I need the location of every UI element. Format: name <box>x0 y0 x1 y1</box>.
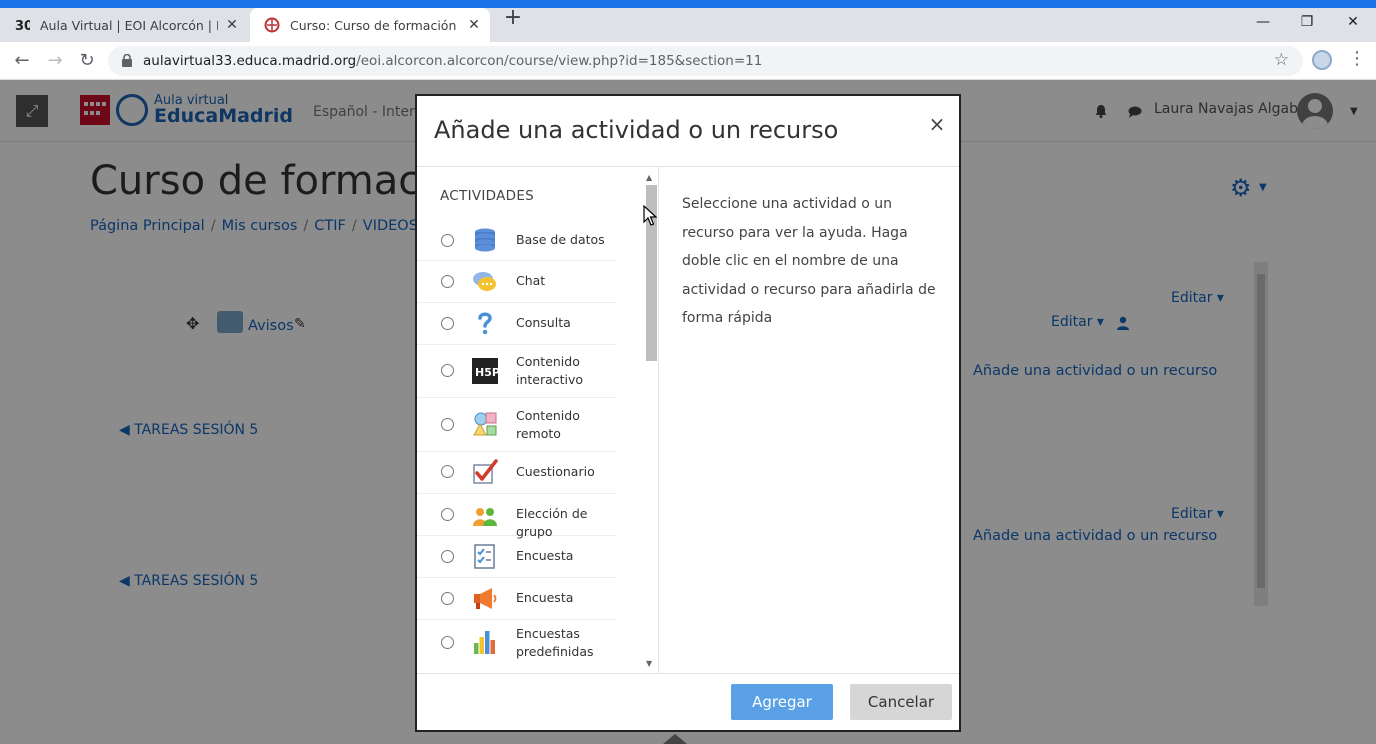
extension-icon[interactable] <box>1312 50 1332 70</box>
item-label: Contenido interactivo <box>516 354 584 387</box>
url-path: /eoi.alcorcon.alcorcon/course/view.php?i… <box>356 53 763 69</box>
radio-button[interactable] <box>441 234 454 247</box>
list-item[interactable]: Consulta <box>417 303 617 345</box>
activity-chooser-dialog: Añade una actividad o un recurso × ACTIV… <box>415 94 961 732</box>
minimize-button[interactable]: — <box>1240 8 1286 36</box>
question-icon <box>478 312 492 335</box>
item-label: Cuestionario <box>516 464 595 479</box>
tab-bar: 30 Aula Virtual | EOI Alcorcón | Escu ✕ … <box>0 8 1376 42</box>
reload-button[interactable]: ↻ <box>77 51 97 71</box>
radio-button[interactable] <box>441 317 454 330</box>
list-item[interactable]: Elección de grupo <box>417 494 617 539</box>
item-label: Encuestas predefinidas <box>516 626 594 659</box>
item-label: Chat <box>516 273 546 288</box>
list-item[interactable]: Contenido remoto <box>417 398 617 452</box>
radio-button[interactable] <box>441 550 454 563</box>
list-item[interactable]: Encuesta <box>417 536 617 578</box>
tab-close-icon[interactable]: ✕ <box>222 17 242 33</box>
radio-button[interactable] <box>441 636 454 649</box>
list-item[interactable]: Cuestionario <box>417 452 617 494</box>
item-label: Encuesta <box>516 590 574 605</box>
tab-course[interactable]: Curso: Curso de formación CTIF, ✕ <box>250 8 490 42</box>
cancel-button[interactable]: Cancelar <box>850 684 952 720</box>
activity-list: ACTIVIDADES Base de datos Chat Consulta … <box>417 167 659 673</box>
radio-button[interactable] <box>441 592 454 605</box>
megaphone-icon <box>474 588 497 609</box>
tab-title: Curso: Curso de formación CTIF, <box>290 17 460 33</box>
radio-button[interactable] <box>441 275 454 288</box>
mouse-cursor-icon <box>643 205 657 226</box>
group-choice-icon <box>473 508 497 526</box>
item-label: Base de datos <box>516 232 605 247</box>
item-label: Contenido remoto <box>516 408 580 441</box>
tab-eoi[interactable]: 30 Aula Virtual | EOI Alcorcón | Escu ✕ <box>0 8 248 42</box>
dialog-footer: Agregar Cancelar <box>417 673 959 730</box>
list-item[interactable]: Encuestas predefinidas <box>417 620 617 673</box>
h5p-icon: H5P <box>472 358 498 384</box>
scroll-indicator-icon <box>663 734 687 744</box>
dialog-title: Añade una actividad o un recurso <box>434 116 839 144</box>
url-host: aulavirtual33.educa.madrid.org <box>143 53 357 69</box>
radio-button[interactable] <box>441 508 454 521</box>
radio-button[interactable] <box>441 465 454 478</box>
svg-text:30: 30 <box>15 19 30 33</box>
list-item[interactable]: Encuesta <box>417 578 617 620</box>
item-label: Encuesta <box>516 548 574 563</box>
tab-title: Aula Virtual | EOI Alcorcón | Escu <box>40 17 218 33</box>
survey-checklist-icon <box>474 544 495 569</box>
scroll-up-icon[interactable]: ▲ <box>646 173 652 182</box>
list-scrollbar[interactable]: ▲ ▼ <box>644 173 657 669</box>
database-icon <box>475 228 495 252</box>
list-item[interactable]: H5P Contenido interactivo <box>417 345 617 398</box>
forward-button[interactable]: → <box>45 51 65 71</box>
bar-chart-icon <box>474 631 495 654</box>
lock-icon <box>122 54 132 67</box>
radio-button[interactable] <box>441 418 454 431</box>
bookmark-star-icon[interactable]: ☆ <box>1274 50 1289 70</box>
maximize-button[interactable]: ❐ <box>1284 8 1330 36</box>
close-icon[interactable]: × <box>927 112 947 136</box>
radio-button[interactable] <box>441 364 454 377</box>
add-button[interactable]: Agregar <box>731 684 833 720</box>
help-text: Seleccione una actividad o un recurso pa… <box>682 196 936 326</box>
section-heading: ACTIVIDADES <box>440 188 535 204</box>
back-button[interactable]: ← <box>12 51 32 71</box>
svg-text:H5P: H5P <box>475 366 498 379</box>
quiz-check-icon <box>473 459 498 484</box>
browser-top-strip <box>0 0 1376 8</box>
list-item[interactable]: Chat <box>417 261 617 303</box>
tab-close-icon[interactable]: ✕ <box>464 17 484 33</box>
course-favicon-icon <box>264 17 280 33</box>
eoi-favicon-icon: 30 <box>14 17 30 33</box>
close-window-button[interactable]: ✕ <box>1330 8 1376 36</box>
list-item[interactable]: Base de datos <box>417 219 617 261</box>
url-text: aulavirtual33.educa.madrid.org/eoi.alcor… <box>143 53 762 69</box>
item-label: Consulta <box>516 315 571 330</box>
address-bar: ← → ↻ aulavirtual33.educa.madrid.org/eoi… <box>0 42 1376 80</box>
chat-icon <box>473 272 496 291</box>
url-input[interactable]: aulavirtual33.educa.madrid.org/eoi.alcor… <box>108 46 1303 76</box>
shapes-icon <box>473 412 497 436</box>
browser-menu-icon[interactable]: ⋮ <box>1348 48 1366 69</box>
scroll-down-icon[interactable]: ▼ <box>646 659 652 668</box>
new-tab-button[interactable]: + <box>502 7 524 30</box>
